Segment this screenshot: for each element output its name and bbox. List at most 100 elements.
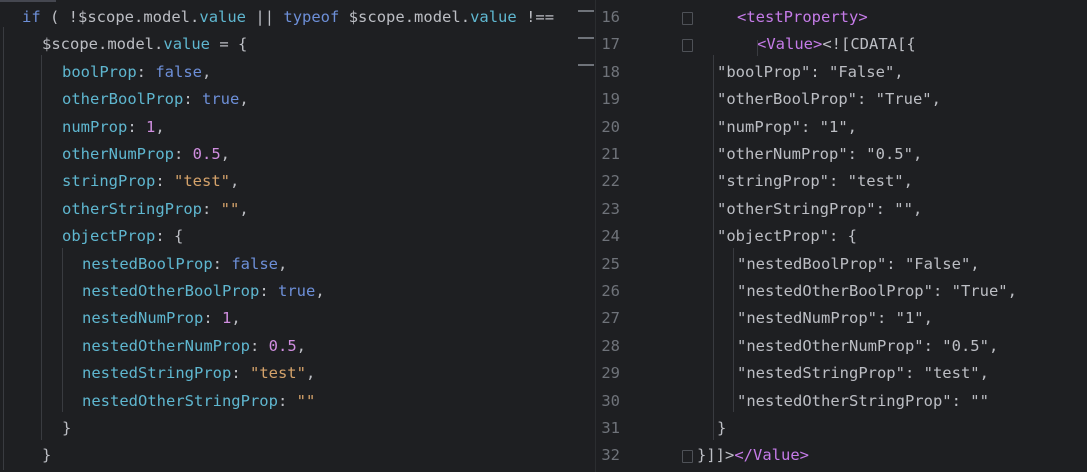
code-token: ,: [155, 117, 165, 136]
code-line[interactable]: objectProp: {: [62, 223, 183, 250]
code-line[interactable]: "nestedOtherStringProp": "": [737, 388, 989, 415]
code-token: <testProperty>: [737, 8, 868, 26]
code-token: ,: [202, 62, 212, 81]
code-token: "stringProp": "test",: [717, 172, 913, 191]
code-line[interactable]: <Value><![CDATA[{: [757, 31, 916, 58]
code-token: :: [277, 391, 297, 410]
code-line[interactable]: "objectProp": {: [717, 223, 857, 250]
code-token: otherBoolProp: [62, 90, 184, 109]
code-token: value: [199, 8, 247, 26]
code-line[interactable]: "otherStringProp": "",: [717, 196, 922, 223]
code-token: "": [296, 391, 316, 410]
code-line[interactable]: stringProp: "test",: [62, 168, 239, 195]
right-editor-pane[interactable]: 16 17 18 19 20 21 22 23 24 25 26 27 28 29 30 31 32 <test…: [596, 0, 1087, 472]
code-line[interactable]: <testProperty>: [737, 4, 868, 31]
code-token: ,: [239, 90, 249, 109]
code-line[interactable]: boolProp: false,: [62, 59, 211, 86]
code-token: : {: [155, 227, 184, 246]
error-stripe-mark[interactable]: [578, 10, 594, 12]
indent-guide: [62, 248, 63, 412]
line-number: 26: [601, 282, 620, 300]
fold-toggle-icon[interactable]: [682, 39, 693, 53]
code-token: }]]>: [697, 446, 735, 465]
code-token: :: [203, 309, 222, 328]
code-token: nestedOtherBoolProp: [82, 282, 260, 300]
scroll-indicator: [0, 0, 56, 2]
code-line[interactable]: }: [717, 415, 726, 442]
code-line[interactable]: }: [62, 415, 71, 442]
code-line[interactable]: $scope.model.value = {: [42, 31, 247, 58]
code-line[interactable]: otherStringProp: "",: [62, 196, 249, 223]
code-line[interactable]: nestedStringProp: "test",: [82, 360, 315, 387]
code-token: numProp: [62, 117, 128, 136]
code-line[interactable]: "nestedOtherNumProp": "0.5",: [737, 333, 998, 360]
code-line[interactable]: nestedBoolProp: false,: [82, 251, 287, 278]
line-number: 28: [601, 336, 620, 355]
code-line[interactable]: }]]></Value>: [697, 442, 809, 469]
code-token: .: [190, 8, 200, 26]
error-stripe-mark[interactable]: [578, 37, 594, 39]
code-line[interactable]: "nestedOtherBoolProp": "True",: [737, 278, 1017, 305]
code-line[interactable]: numProp: 1,: [62, 114, 165, 141]
line-number: 32: [601, 446, 620, 465]
code-line[interactable]: if ( !$scope.model.value || typeof $scop…: [22, 4, 554, 31]
code-line[interactable]: nestedOtherStringProp: "": [82, 388, 315, 415]
code-token: = {: [210, 35, 248, 54]
line-number: 21: [601, 145, 620, 163]
indent-guide: [713, 55, 714, 440]
code-token: $scope: [42, 35, 98, 54]
line-number: 16: [601, 8, 620, 26]
code-token: :: [127, 117, 146, 136]
code-line[interactable]: "boolProp": "False",: [717, 59, 904, 86]
code-token: ( !: [40, 8, 78, 26]
code-line[interactable]: nestedOtherNumProp: 0.5,: [82, 333, 306, 360]
code-line[interactable]: otherBoolProp: true,: [62, 86, 249, 113]
code-token: "numProp": "1",: [717, 117, 857, 136]
code-line[interactable]: nestedOtherBoolProp: true,: [82, 278, 325, 305]
code-token: "nestedNumProp": "1",: [737, 309, 933, 328]
code-token: if: [22, 8, 41, 26]
code-token: nestedStringProp: [82, 364, 232, 383]
fold-toggle-icon[interactable]: [682, 12, 693, 25]
code-token: :: [212, 254, 232, 273]
line-number: 23: [601, 199, 620, 218]
code-token: boolProp: [62, 62, 137, 81]
code-token: .: [134, 8, 144, 26]
fold-toggle-icon[interactable]: [682, 450, 693, 464]
code-token: otherStringProp: [62, 199, 202, 218]
code-line[interactable]: }: [42, 442, 51, 469]
code-line[interactable]: "numProp": "1",: [717, 114, 857, 141]
code-token: "otherBoolProp": "True",: [717, 90, 941, 109]
code-token: false: [231, 254, 278, 273]
line-number: 17: [601, 35, 620, 54]
code-token: ,: [231, 309, 241, 328]
code-line[interactable]: "otherBoolProp": "True",: [717, 86, 941, 113]
code-token: }: [62, 419, 72, 437]
code-token: !==: [516, 8, 555, 26]
code-token: 1: [222, 309, 232, 328]
code-token: model: [414, 8, 461, 26]
code-token: model: [143, 8, 191, 26]
code-token: :: [136, 62, 156, 81]
code-line[interactable]: "stringProp": "test",: [717, 168, 913, 195]
code-line[interactable]: "nestedNumProp": "1",: [737, 305, 933, 332]
code-token: nestedBoolProp: [82, 254, 213, 273]
code-token: :: [259, 282, 278, 300]
code-line[interactable]: "nestedBoolProp": "False",: [737, 251, 980, 278]
code-token: ,: [220, 145, 230, 163]
code-token: value: [470, 8, 517, 26]
left-editor-pane[interactable]: if ( !$scope.model.value || typeof $scop…: [0, 0, 596, 472]
code-token: :: [155, 172, 174, 191]
code-token: :: [201, 199, 221, 218]
code-line[interactable]: "nestedStringProp": "test",: [737, 360, 989, 387]
code-token: nestedOtherStringProp: [82, 391, 278, 410]
code-token: "nestedOtherNumProp": "0.5",: [737, 336, 999, 355]
code-token: objectProp: [62, 227, 156, 246]
code-line[interactable]: nestedNumProp: 1,: [82, 305, 241, 332]
code-line[interactable]: "otherNumProp": "0.5",: [717, 141, 922, 168]
code-token: }: [717, 419, 727, 437]
code-line[interactable]: otherNumProp: 0.5,: [62, 141, 230, 168]
line-number: 20: [601, 117, 620, 136]
error-stripe-mark[interactable]: [578, 64, 594, 66]
